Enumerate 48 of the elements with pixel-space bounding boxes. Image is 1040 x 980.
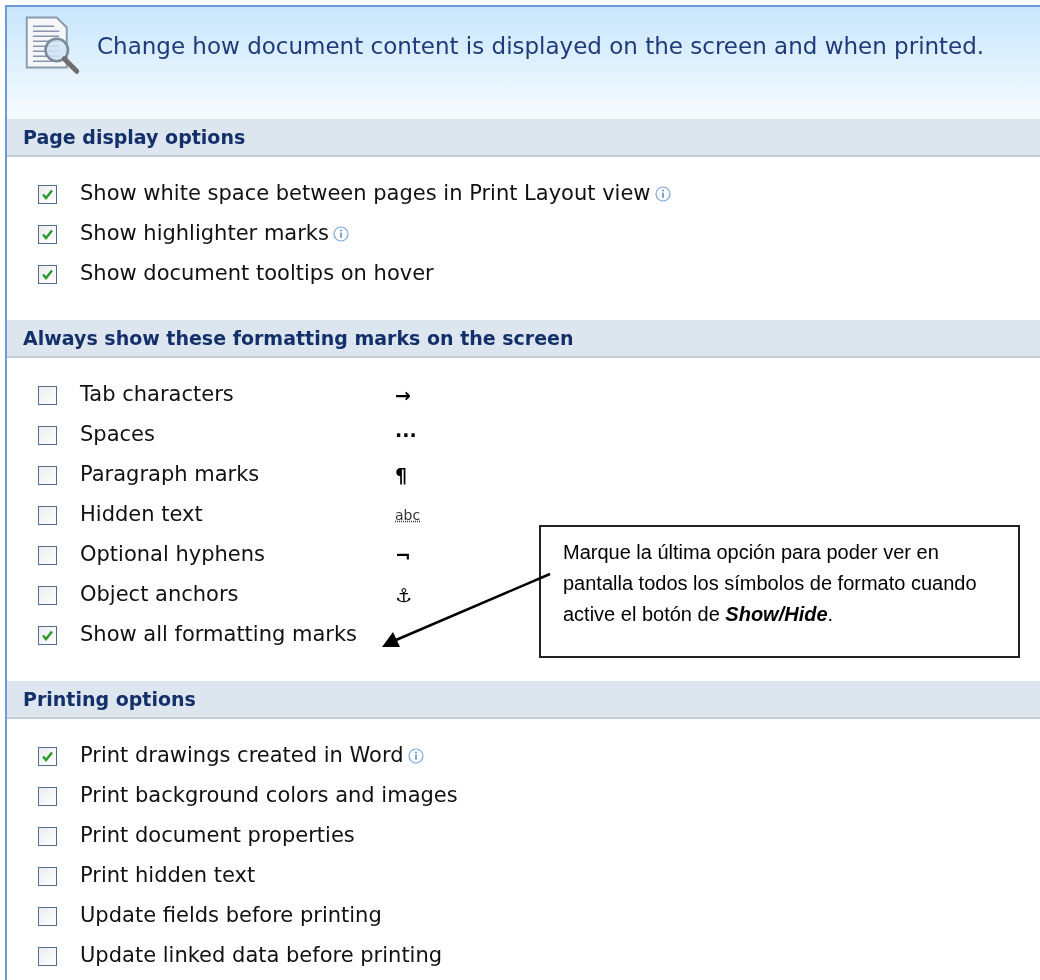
checkmark-icon (41, 267, 54, 281)
formatting-mark: ¶ (395, 462, 408, 488)
option-label: Object anchors (80, 581, 240, 609)
checkbox[interactable] (38, 465, 57, 485)
formatting-mark: ¬ (395, 542, 411, 568)
option-label: Optional hyphens (80, 541, 266, 569)
checkmark-icon (41, 628, 54, 642)
checkmark-icon (41, 227, 54, 241)
checkbox[interactable] (38, 625, 57, 645)
checkbox[interactable] (38, 746, 57, 766)
checkbox[interactable] (38, 786, 57, 806)
checkbox[interactable] (38, 385, 57, 405)
option-label: Show document tooltips on hover (80, 260, 434, 288)
checkbox[interactable] (38, 866, 57, 886)
option-label: Show white space between pages in Print Layout view (80, 180, 651, 208)
option-label: Hidden text (80, 501, 204, 529)
option-label: Print hidden text (80, 862, 256, 890)
formatting-mark: ··· (395, 422, 417, 448)
checkbox[interactable] (38, 425, 57, 445)
checkbox[interactable] (38, 545, 57, 565)
callout-text: Marque la última opción para poder ver en pantalla todos los símbolos de formato cuando active el botón de Show/Hide. (563, 540, 978, 627)
formatting-mark: abc (395, 505, 421, 525)
option-label: Tab characters (80, 381, 235, 409)
checkbox[interactable] (38, 906, 57, 926)
section-header: Printing options (7, 681, 1040, 719)
option-label: Show highlighter marks (80, 220, 329, 248)
option-label: Update linked data before printing (80, 942, 443, 970)
checkmark-icon (41, 749, 54, 763)
checkbox[interactable] (38, 826, 57, 846)
option-label: Update fields before printing (80, 902, 382, 930)
section-header: Always show these formatting marks on the screen (7, 320, 1040, 358)
option-label: Paragraph marks (80, 461, 261, 489)
option-label: Print drawings created in Word (80, 742, 404, 770)
section-header: Page display options (7, 119, 1040, 157)
checkbox[interactable] (38, 505, 57, 525)
formatting-mark: ⚓ (395, 582, 413, 608)
option-label: Spaces (80, 421, 156, 449)
checkbox[interactable] (38, 585, 57, 605)
checkmark-icon (41, 187, 54, 201)
checkbox[interactable] (38, 264, 57, 284)
checkbox[interactable] (38, 946, 57, 966)
option-label: Print background colors and images (80, 782, 458, 810)
header-title: Change how document content is displayed on the screen and when printed. (97, 32, 985, 61)
formatting-mark: → (395, 382, 411, 408)
option-label: Print document properties (80, 822, 355, 850)
checkbox[interactable] (38, 184, 57, 204)
option-label: Show all formatting marks (80, 621, 358, 649)
checkbox[interactable] (38, 224, 57, 244)
